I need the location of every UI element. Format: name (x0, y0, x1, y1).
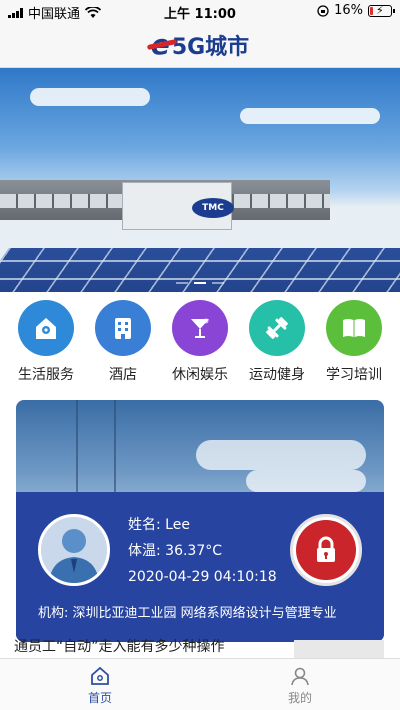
carousel-dot[interactable] (176, 282, 188, 284)
category-life-services[interactable]: 生活服务 (10, 300, 82, 390)
dumbbell-icon (249, 300, 305, 356)
carousel-dot[interactable] (212, 282, 224, 284)
building-icon (95, 300, 151, 356)
status-bar-right: 16% ⚡ (317, 3, 395, 18)
profile-panel: 姓名: Lee 体温: 36.37°C 2020-04-29 04:10:18 … (16, 492, 384, 642)
carousel-dots (0, 282, 400, 284)
cocktail-icon (172, 300, 228, 356)
orientation-lock-icon (317, 4, 329, 17)
profile-temperature: 体温: 36.37°C (128, 543, 223, 559)
category-label: 酒店 (109, 367, 137, 383)
carousel-dot[interactable] (194, 282, 206, 284)
person-icon (291, 667, 309, 686)
status-bar: 中国联通 上午 11:00 16% ⚡ (0, 0, 400, 22)
logo-mark-icon: e (150, 28, 170, 61)
home-icon (91, 666, 109, 685)
app-header: e 5G城市 (0, 22, 400, 68)
card-cloud (246, 470, 366, 492)
category-label: 休闲娱乐 (172, 367, 228, 383)
tab-home-label: 首页 (87, 691, 112, 705)
user-avatar-icon (38, 514, 110, 586)
lock-button[interactable] (290, 514, 362, 586)
category-leisure[interactable]: 休闲娱乐 (164, 300, 236, 390)
banner-cloud (240, 108, 380, 124)
tab-home[interactable]: 首页 (0, 659, 200, 710)
category-grid: 生活服务 酒店 休闲娱乐 运动健身 学习培训 (0, 300, 400, 390)
category-label: 运动健身 (249, 367, 305, 383)
category-training[interactable]: 学习培训 (318, 300, 390, 390)
category-hotel[interactable]: 酒店 (87, 300, 159, 390)
profile-datetime: 2020-04-29 04:10:18 (128, 569, 277, 585)
battery-icon: ⚡ (368, 4, 395, 17)
banner-solar-panels (0, 248, 400, 292)
profile-organization: 机构: 深圳比亚迪工业园 网络系网络设计与管理专业 (38, 606, 337, 621)
health-pass-card[interactable]: 姓名: Lee 体温: 36.37°C 2020-04-29 04:10:18 … (16, 400, 384, 642)
banner-cloud (30, 88, 150, 106)
profile-name: 姓名: Lee (128, 517, 190, 533)
card-cloud (196, 440, 366, 470)
home-location-icon (18, 300, 74, 356)
banner-carousel[interactable]: TMC (0, 68, 400, 292)
book-icon (326, 300, 382, 356)
bottom-tab-bar: 首页 我的 (0, 658, 400, 710)
profile-info: 姓名: Lee 体温: 36.37°C 2020-04-29 04:10:18 (128, 512, 277, 590)
card-ship-mast (76, 400, 116, 500)
category-label: 学习培训 (326, 367, 382, 383)
tab-mine[interactable]: 我的 (200, 659, 400, 710)
tab-mine-label: 我的 (287, 691, 312, 705)
logo-text: 5G城市 (171, 34, 250, 60)
news-thumbnail[interactable] (294, 640, 384, 658)
category-fitness[interactable]: 运动健身 (241, 300, 313, 390)
category-label: 生活服务 (18, 367, 74, 383)
battery-percent: 16% (334, 3, 363, 18)
banner-building-sign: TMC (192, 198, 234, 218)
app-logo: e 5G城市 (151, 28, 249, 61)
lock-icon (296, 520, 356, 580)
